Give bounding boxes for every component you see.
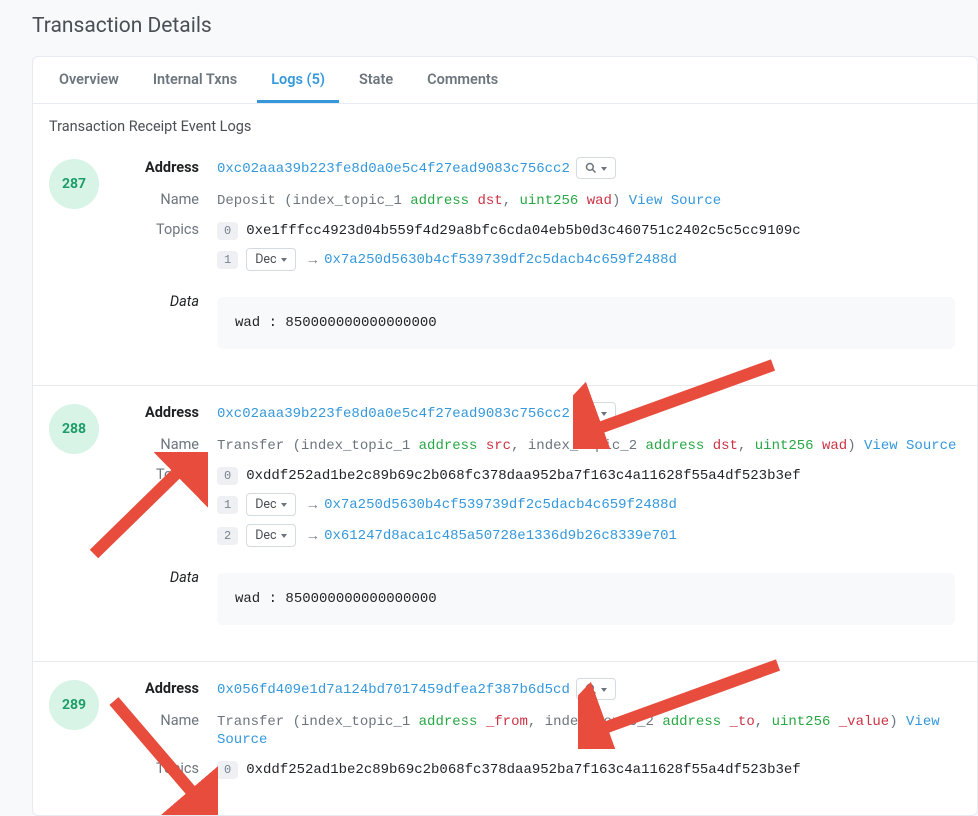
- log-index-badge: 289: [49, 680, 99, 730]
- chevron-down-icon: [601, 406, 607, 420]
- row-label-address: Address: [125, 404, 217, 421]
- topic-index: 2: [217, 527, 238, 545]
- view-source-link[interactable]: View Source: [864, 438, 956, 454]
- row-label-name: Name: [125, 191, 217, 208]
- log-entry: 288 Address0xc02aaa39b223fe8d0a0e5c4f27ea…: [33, 386, 977, 662]
- topic-index: 0: [217, 222, 238, 240]
- search-icon: [585, 683, 597, 695]
- decode-format-select[interactable]: Dec: [246, 248, 295, 271]
- event-signature: Deposit (index_topic_1 address dst, uint…: [217, 191, 961, 209]
- chevron-down-icon: [281, 252, 287, 267]
- log-address-link[interactable]: 0xc02aaa39b223fe8d0a0e5c4f27ead9083c756c…: [217, 161, 570, 177]
- tab-state[interactable]: State: [345, 57, 407, 103]
- topic-index: 0: [217, 467, 238, 485]
- data-box: wad : 850000000000000000: [217, 297, 955, 349]
- section-caption: Transaction Receipt Event Logs: [33, 104, 977, 141]
- view-source-link[interactable]: View Source: [629, 193, 721, 209]
- event-signature: Transfer (index_topic_1 address _from, i…: [217, 712, 961, 748]
- page-title: Transaction Details: [32, 14, 978, 38]
- topic-decoded-link[interactable]: 0x7a250d5630b4cf539739df2c5dacb4c659f248…: [324, 497, 677, 513]
- topic-value: 0xe1fffcc4923d04b559f4d29a8bfc6cda04eb5b…: [246, 223, 801, 239]
- topic-decoded-link[interactable]: 0x7a250d5630b4cf539739df2c5dacb4c659f248…: [324, 252, 677, 268]
- topic-index: 1: [217, 496, 238, 514]
- row-label-topics: Topics: [125, 466, 217, 483]
- arrow-right-icon: →: [306, 496, 321, 513]
- topic-index: 0: [217, 761, 238, 779]
- log-address-link[interactable]: 0xc02aaa39b223fe8d0a0e5c4f27ead9083c756c…: [217, 406, 570, 422]
- data-value: 850000000000000000: [285, 315, 436, 331]
- search-icon: [585, 162, 597, 174]
- log-entry: 289 Address0x056fd409e1d7a124bd7017459dfe…: [33, 662, 977, 815]
- logs-card: OverviewInternal TxnsLogs (5)StateCommen…: [32, 56, 978, 816]
- tab-overview[interactable]: Overview: [45, 57, 133, 103]
- tab-logs-5[interactable]: Logs (5): [257, 57, 339, 103]
- data-box: wad : 850000000000000000: [217, 573, 955, 625]
- log-index-badge: 288: [49, 404, 99, 454]
- topic-value: 0xddf252ad1be2c89b69c2b068fc378daa952ba7…: [246, 468, 801, 484]
- chevron-down-icon: [601, 161, 607, 175]
- tab-internal-txns[interactable]: Internal Txns: [139, 57, 251, 103]
- chevron-down-icon: [281, 497, 287, 512]
- search-icon: [585, 407, 597, 419]
- data-value: 850000000000000000: [285, 591, 436, 607]
- log-index-badge: 287: [49, 159, 99, 209]
- data-field: wad :: [235, 315, 285, 331]
- row-label-address: Address: [125, 680, 217, 697]
- address-actions-button[interactable]: [576, 678, 616, 700]
- arrow-right-icon: →: [306, 251, 321, 268]
- chevron-down-icon: [281, 528, 287, 543]
- topic-index: 1: [217, 251, 238, 269]
- decode-format-select[interactable]: Dec: [246, 493, 295, 516]
- row-label-topics: Topics: [125, 221, 217, 238]
- decode-format-select[interactable]: Dec: [246, 524, 295, 547]
- address-actions-button[interactable]: [576, 402, 616, 424]
- topic-decoded-link[interactable]: 0x61247d8aca1c485a50728e1336d9b26c8339e7…: [324, 528, 677, 544]
- topic-value: 0xddf252ad1be2c89b69c2b068fc378daa952ba7…: [246, 762, 801, 778]
- tab-comments[interactable]: Comments: [413, 57, 512, 103]
- tabs: OverviewInternal TxnsLogs (5)StateCommen…: [33, 57, 977, 104]
- event-signature: Transfer (index_topic_1 address src, ind…: [217, 436, 961, 454]
- row-label-data: Data: [125, 293, 217, 349]
- data-field: wad :: [235, 591, 285, 607]
- row-label-name: Name: [125, 436, 217, 453]
- chevron-down-icon: [601, 682, 607, 696]
- row-label-data: Data: [125, 569, 217, 625]
- row-label-name: Name: [125, 712, 217, 729]
- log-address-link[interactable]: 0x056fd409e1d7a124bd7017459dfea2f387b6d5…: [217, 682, 570, 698]
- log-entry: 287 Address0xc02aaa39b223fe8d0a0e5c4f27ea…: [33, 141, 977, 386]
- arrow-right-icon: →: [306, 527, 321, 544]
- row-label-topics: Topics: [125, 760, 217, 777]
- row-label-address: Address: [125, 159, 217, 176]
- address-actions-button[interactable]: [576, 157, 616, 179]
